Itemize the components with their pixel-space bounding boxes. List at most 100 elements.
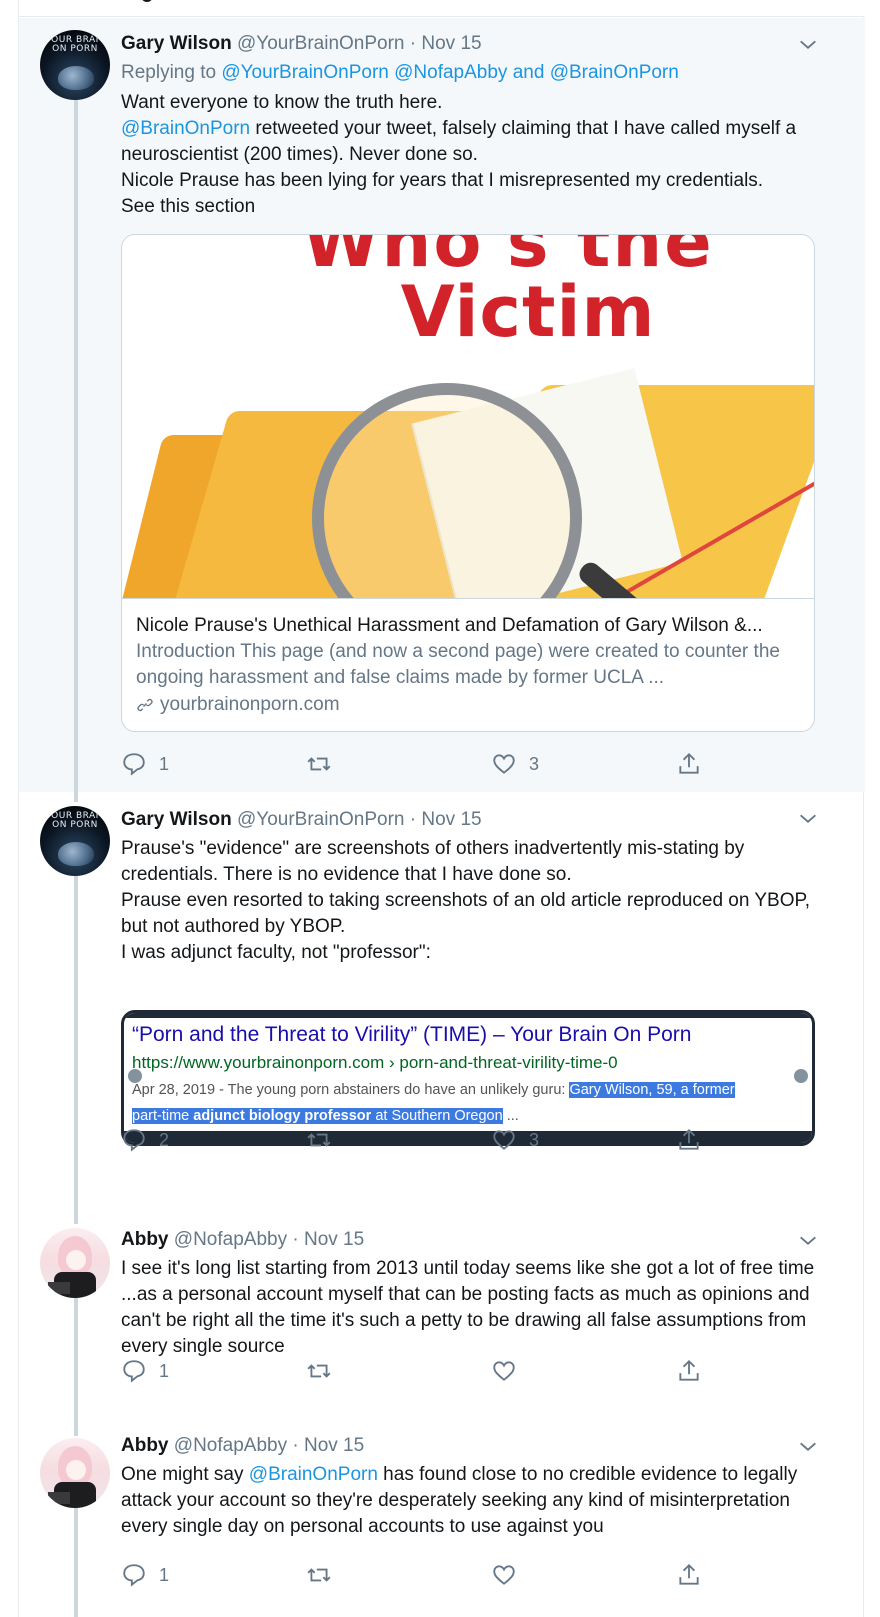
tweet-header: Gary Wilson @YourBrainOnPorn · Nov 15 xyxy=(121,808,482,832)
retweet-button[interactable] xyxy=(306,751,344,777)
search-result-snippet: Apr 28, 2019 - The young porn abstainers… xyxy=(132,1077,812,1129)
avatar[interactable] xyxy=(40,1438,110,1508)
share-button[interactable] xyxy=(676,1562,702,1588)
share-button[interactable] xyxy=(676,751,702,777)
text-line: I see it's long list starting from 2013 … xyxy=(121,1258,815,1357)
tweet-text: I see it's long list starting from 2013 … xyxy=(121,1256,821,1360)
tweet-4[interactable]: Abby @NofapAbby · Nov 15 One might say @… xyxy=(19,1390,865,1617)
author-handle[interactable]: @YourBrainOnPorn xyxy=(237,33,405,54)
mention-link[interactable]: @BrainOnPorn xyxy=(249,1464,378,1485)
share-icon xyxy=(679,752,699,774)
screenshot-image[interactable]: “Porn and the Threat to Virility” (TIME)… xyxy=(121,1010,815,1146)
snippet-highlight: at Southern Oregon xyxy=(371,1108,503,1124)
reply-button[interactable]: 1 xyxy=(121,1562,169,1588)
tweet-2[interactable]: OUR BRAI ON PORN Gary Wilson @YourBrainOn… xyxy=(19,792,865,1184)
previous-tweet-edge xyxy=(19,0,865,17)
reply-button[interactable]: 2 xyxy=(121,1127,169,1153)
author-name[interactable]: Abby xyxy=(121,1435,169,1456)
thread-line xyxy=(74,98,78,792)
reply-button[interactable]: 1 xyxy=(121,1358,169,1384)
snippet-ellipsis: ... xyxy=(502,1108,519,1124)
share-icon xyxy=(679,1128,699,1150)
chevron-down-icon[interactable] xyxy=(797,808,819,830)
share-icon xyxy=(679,1563,699,1585)
tweet-3[interactable]: Abby @NofapAbby · Nov 15 I see it's long… xyxy=(19,1184,865,1390)
timeline-column: OUR BRAI ON PORN Gary Wilson @YourBrainOn… xyxy=(18,0,865,1617)
mention-link[interactable]: @YourBrainOnPorn xyxy=(221,62,389,83)
mention-link[interactable]: @NofapAbby xyxy=(394,62,507,83)
share-button[interactable] xyxy=(676,1127,702,1153)
author-handle[interactable]: @NofapAbby xyxy=(174,1229,287,1250)
text-line: Prause even resorted to taking screensho… xyxy=(121,890,810,937)
retweet-icon xyxy=(307,1364,331,1378)
author-handle[interactable]: @NofapAbby xyxy=(174,1435,287,1456)
snippet-highlight-bold: adjunct biology professor xyxy=(193,1108,372,1124)
text-segment: One might say xyxy=(121,1464,249,1485)
share-button[interactable] xyxy=(676,1358,702,1384)
thread-line xyxy=(74,1184,78,1224)
snippet-text: Apr 28, 2019 - The young porn abstainers… xyxy=(132,1082,570,1098)
like-button[interactable]: 3 xyxy=(491,751,539,777)
tweet-date[interactable]: Nov 15 xyxy=(421,809,481,830)
reply-icon xyxy=(123,1564,145,1587)
like-button[interactable]: 3 xyxy=(491,1127,539,1153)
tweet-date[interactable]: Nov 15 xyxy=(304,1435,364,1456)
mention-link[interactable]: @BrainOnPorn xyxy=(121,118,250,139)
tweet-1[interactable]: OUR BRAI ON PORN Gary Wilson @YourBrainOn… xyxy=(19,18,865,792)
avatar[interactable]: OUR BRAI ON PORN xyxy=(40,806,110,876)
heart-icon xyxy=(493,754,515,774)
card-domain: yourbrainonporn.com xyxy=(136,691,800,719)
replying-prefix: Replying to xyxy=(121,62,217,83)
share-icon xyxy=(679,1359,699,1381)
link-icon xyxy=(137,698,153,712)
tweet-text: Prause's "evidence" are screenshots of o… xyxy=(121,836,821,966)
heart-icon xyxy=(493,1361,515,1381)
link-card[interactable]: Who's the Victim Nicole Prause's Unethic… xyxy=(121,234,815,732)
card-title[interactable]: Nicole Prause's Unethical Harassment and… xyxy=(136,613,800,639)
reply-icon xyxy=(123,1129,145,1152)
author-name[interactable]: Abby xyxy=(121,1229,169,1250)
author-name[interactable]: Gary Wilson xyxy=(121,33,232,54)
text-line: One might say @BrainOnPorn has found clo… xyxy=(121,1462,821,1540)
retweet-button[interactable] xyxy=(306,1562,344,1588)
tweet-header: Abby @NofapAbby · Nov 15 xyxy=(121,1434,364,1458)
retweet-button[interactable] xyxy=(306,1127,344,1153)
reply-button[interactable]: 1 xyxy=(121,751,169,777)
reply-icon xyxy=(123,753,145,776)
like-count: 3 xyxy=(529,753,540,774)
text-line: Want everyone to know the truth here. xyxy=(121,92,443,113)
chevron-down-icon[interactable] xyxy=(797,34,819,56)
tweet-date[interactable]: Nov 15 xyxy=(421,33,481,54)
reply-icon xyxy=(123,1360,145,1383)
retweet-icon xyxy=(307,1133,331,1147)
avatar[interactable]: OUR BRAI ON PORN xyxy=(40,30,110,100)
tweet-header: Abby @NofapAbby · Nov 15 xyxy=(121,1228,364,1252)
search-result-title: “Porn and the Threat to Virility” (TIME)… xyxy=(132,1023,692,1046)
retweet-button[interactable] xyxy=(306,1358,344,1384)
text-line: Prause's "evidence" are screenshots of o… xyxy=(121,838,745,885)
mention-link[interactable]: @BrainOnPorn xyxy=(550,62,679,83)
like-button[interactable] xyxy=(491,1562,529,1588)
snippet-highlight: part-time xyxy=(132,1108,194,1124)
like-button[interactable] xyxy=(491,1358,529,1384)
retweet-icon xyxy=(307,1568,331,1582)
card-meta: Nicole Prause's Unethical Harassment and… xyxy=(122,599,814,731)
chevron-down-icon[interactable] xyxy=(797,1230,819,1252)
tweet-actions: 2 3 xyxy=(121,1127,741,1157)
card-image: Who's the Victim xyxy=(122,235,814,599)
retweet-icon xyxy=(307,757,331,771)
replying-and[interactable]: and xyxy=(513,62,545,83)
tweet-header: Gary Wilson @YourBrainOnPorn · Nov 15 xyxy=(121,32,482,56)
text-line: I was adjunct faculty, not "professor": xyxy=(121,942,431,963)
tweet-date[interactable]: Nov 15 xyxy=(304,1229,364,1250)
reply-count: 2 xyxy=(159,1129,170,1150)
tweet-actions: 1 3 xyxy=(121,751,741,781)
heart-icon xyxy=(493,1565,515,1585)
chevron-down-icon[interactable] xyxy=(797,1436,819,1458)
card-image-headline: Victim xyxy=(400,271,656,353)
author-handle[interactable]: @YourBrainOnPorn xyxy=(237,809,405,830)
reply-count: 1 xyxy=(159,1360,170,1381)
separator-dot: · xyxy=(409,33,417,54)
author-name[interactable]: Gary Wilson xyxy=(121,809,232,830)
avatar[interactable] xyxy=(40,1228,110,1298)
